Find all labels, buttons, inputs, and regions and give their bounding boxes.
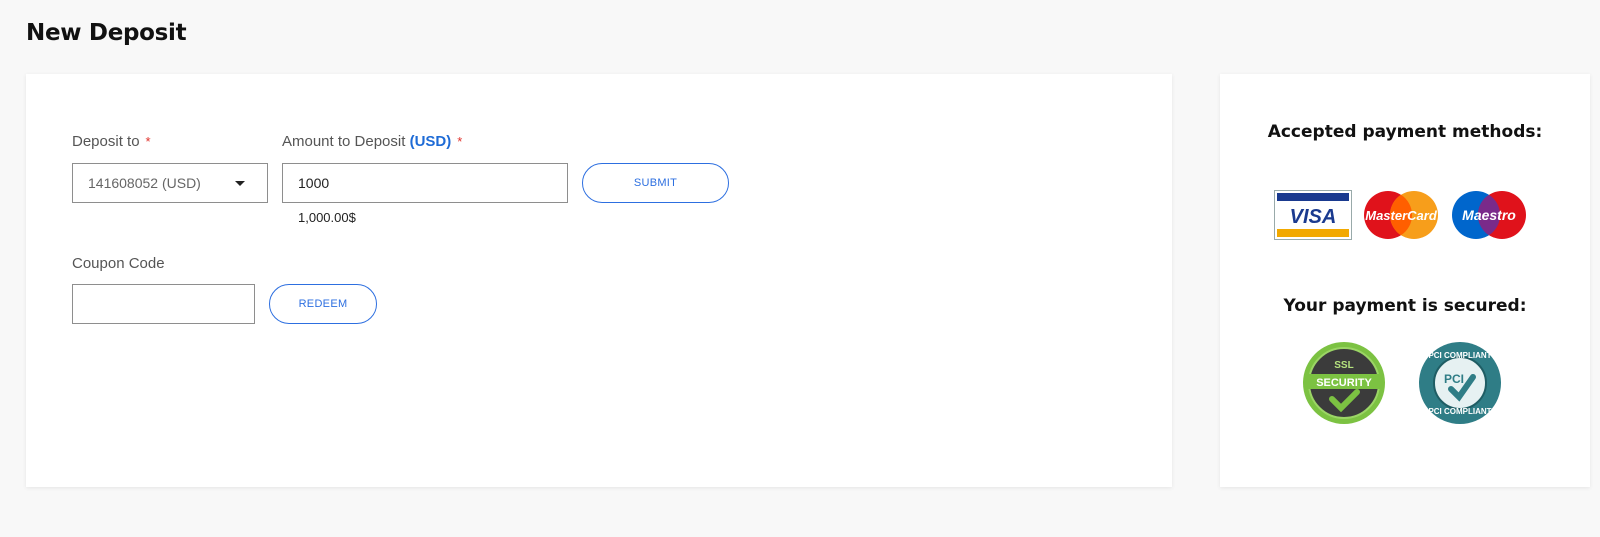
required-mark: *	[145, 134, 151, 149]
page-title: New Deposit	[26, 20, 187, 46]
maestro-logo: Maestro	[1452, 191, 1526, 239]
deposit-to-select[interactable]: 141608052 (USD)	[72, 163, 268, 203]
amount-input-value: 1000	[298, 175, 330, 191]
coupon-label-text: Coupon Code	[72, 255, 165, 272]
pci-compliant-badge: PCI COMPLIANT PCI COMPLIANT PCI	[1419, 342, 1501, 424]
caret-down-icon	[235, 181, 245, 186]
accepted-methods-heading: Accepted payment methods:	[1267, 122, 1543, 142]
deposit-to-label-text: Deposit to	[72, 133, 140, 150]
deposit-to-value: 141608052 (USD)	[88, 175, 201, 191]
amount-input[interactable]: 1000	[282, 163, 568, 203]
visa-logo-text: VISA	[1290, 206, 1337, 228]
maestro-logo-text: Maestro	[1462, 207, 1516, 223]
ssl-security-text: SECURITY	[1316, 377, 1372, 389]
coupon-label: Coupon Code	[72, 255, 165, 272]
pci-mid-text: PCI	[1444, 372, 1464, 386]
pci-bottom-text: PCI COMPLIANT	[1428, 407, 1491, 416]
submit-button[interactable]: SUBMIT	[582, 163, 729, 203]
payment-info-card: Accepted payment methods: VISA MasterCar…	[1220, 74, 1590, 487]
pci-top-text: PCI COMPLIANT	[1428, 351, 1491, 360]
amount-label-text: Amount to Deposit	[282, 133, 406, 150]
ssl-security-badge: SSL SECURITY	[1303, 342, 1385, 424]
secured-heading: Your payment is secured:	[1283, 296, 1527, 316]
mastercard-logo: MasterCard	[1364, 191, 1438, 239]
mastercard-logo-text: MasterCard	[1365, 208, 1438, 223]
redeem-button[interactable]: REDEEM	[269, 284, 377, 324]
coupon-input[interactable]	[72, 284, 255, 324]
deposit-form-card: Deposit to * Amount to Deposit (USD) * 141…	[26, 74, 1172, 487]
ssl-text: SSL	[1334, 360, 1353, 371]
amount-label: Amount to Deposit (USD) *	[282, 133, 462, 150]
amount-formatted: 1,000.00$	[298, 210, 356, 225]
deposit-to-label: Deposit to *	[72, 133, 151, 150]
required-mark: *	[457, 134, 463, 149]
visa-logo: VISA	[1274, 190, 1352, 240]
amount-currency: (USD)	[409, 133, 452, 150]
